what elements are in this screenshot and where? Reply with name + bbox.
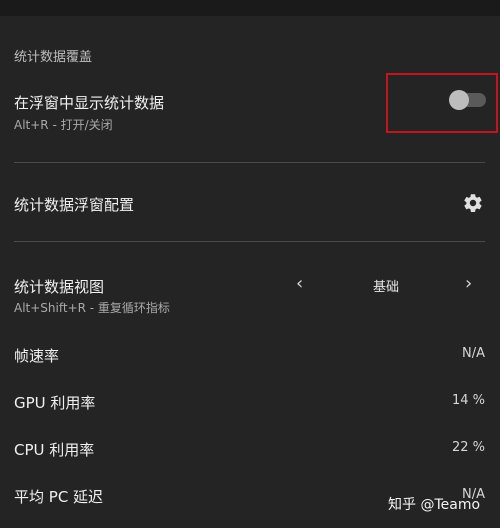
stats-view-title: 统计数据视图 (14, 278, 105, 296)
show-stats-title: 在浮窗中显示统计数据 (14, 94, 165, 112)
stats-view-shortcut: Alt+Shift+R - 重复循环指标 (14, 301, 170, 315)
section-title: 统计数据覆盖 (14, 50, 93, 65)
chevron-right-icon[interactable]: › (465, 275, 472, 293)
metric-label-framerate: 帧速率 (14, 347, 60, 365)
metric-label-gpu: GPU 利用率 (14, 394, 96, 412)
stats-view-value: 基础 (372, 280, 399, 295)
divider (14, 162, 485, 163)
metric-value-framerate: N/A (462, 346, 485, 361)
gear-icon[interactable] (462, 192, 484, 214)
metric-value-gpu: 14 % (451, 393, 485, 408)
chevron-left-icon[interactable]: ‹ (296, 275, 303, 293)
show-stats-shortcut: Alt+R - 打开/关闭 (14, 118, 113, 132)
divider (14, 241, 485, 242)
toggle-knob[interactable] (449, 90, 469, 110)
overlay-config-title: 统计数据浮窗配置 (14, 196, 135, 214)
metric-value-cpu: 22 % (451, 440, 485, 455)
metric-label-cpu: CPU 利用率 (14, 441, 95, 459)
watermark: 知乎 @Teamo (388, 497, 481, 513)
top-bar (0, 0, 500, 16)
metric-label-pc-latency: 平均 PC 延迟 (14, 488, 104, 506)
